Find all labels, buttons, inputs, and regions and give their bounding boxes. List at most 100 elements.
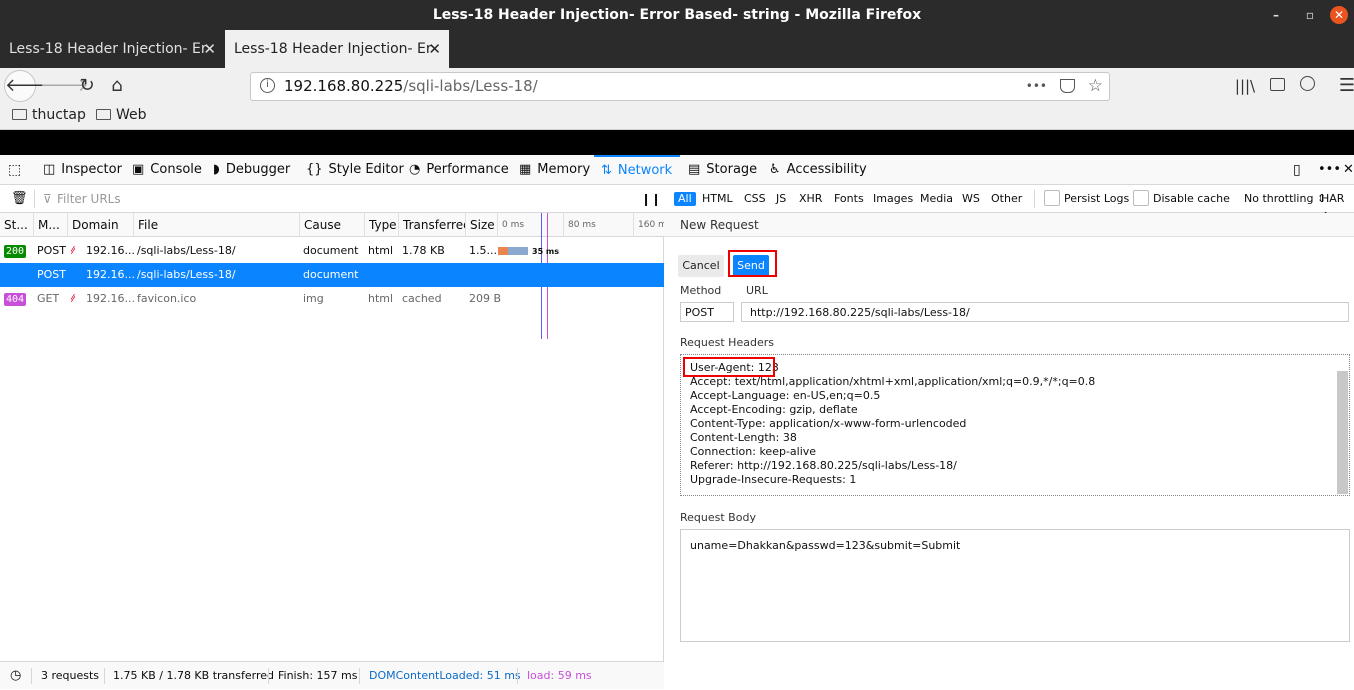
bookmark-folder-thuctap[interactable]: thuctap: [12, 107, 86, 123]
persist-logs-checkbox[interactable]: Persist Logs: [1044, 190, 1129, 208]
tab-storage[interactable]: ▤ Storage: [688, 155, 757, 185]
col-status[interactable]: St...: [0, 213, 33, 237]
element-picker-icon[interactable]: ⬚: [8, 155, 21, 185]
page-content-strip: [0, 130, 1354, 155]
close-window-button[interactable]: ✕: [1330, 6, 1348, 24]
transferred-total: 1.75 KB / 1.78 KB transferred: [113, 669, 274, 682]
tab-network[interactable]: ⇅ Network: [594, 155, 680, 185]
request-domain: 192.16...: [86, 244, 135, 257]
filter-all[interactable]: All: [674, 192, 696, 206]
tab-performance[interactable]: ◔ Performance: [409, 155, 509, 185]
filter-xhr[interactable]: XHR: [795, 192, 826, 206]
new-request-header: New Request: [664, 213, 1354, 237]
method-input[interactable]: POST: [680, 302, 734, 322]
tab-memory[interactable]: ▦ Memory: [519, 155, 590, 185]
col-transferred[interactable]: Transferred: [398, 213, 465, 237]
debugger-icon: ◗: [213, 162, 220, 177]
domcontentloaded-time: DOMContentLoaded: 51 ms: [369, 669, 521, 682]
filter-ws[interactable]: WS: [958, 192, 984, 206]
accessibility-icon: ♿: [769, 162, 781, 177]
tab-inspector[interactable]: ◫ Inspector: [43, 155, 122, 185]
timing-label: 35 ms: [532, 247, 560, 256]
request-body-label: Request Body: [680, 511, 756, 524]
request-row-selected[interactable]: POST 192.16... /sqli-labs/Less-18/ docum…: [0, 263, 664, 287]
reload-button[interactable]: ↻: [72, 72, 102, 100]
scrollbar-thumb[interactable]: [1337, 371, 1348, 494]
menu-icon[interactable]: ☰: [1332, 72, 1354, 100]
request-method: POST: [37, 244, 66, 257]
performance-analysis-icon[interactable]: ◷: [10, 662, 21, 690]
col-timeline-160ms: 160 m: [633, 213, 664, 237]
filter-images[interactable]: Images: [869, 192, 917, 206]
col-type[interactable]: Type: [364, 213, 398, 237]
back-button[interactable]: 🡐: [4, 70, 53, 102]
pause-icon[interactable]: ❙❙: [641, 185, 661, 213]
window-title: Less-18 Header Injection- Error Based- s…: [432, 7, 922, 23]
col-domain[interactable]: Domain: [67, 213, 133, 237]
col-size[interactable]: Size: [465, 213, 497, 237]
throttling-select[interactable]: No throttling ⇕: [1244, 190, 1326, 208]
request-type: html: [368, 244, 394, 257]
dock-icon[interactable]: ▯: [1293, 155, 1301, 185]
maximize-button[interactable]: ▫: [1296, 0, 1324, 30]
filter-urls-input[interactable]: Filter URLs: [57, 185, 121, 213]
col-method[interactable]: M...: [33, 213, 67, 237]
inspector-icon: ◫: [43, 162, 56, 177]
forward-button[interactable]: 🡒: [40, 72, 88, 100]
disable-cache-checkbox[interactable]: Disable cache: [1133, 190, 1230, 208]
request-size: 1.5...: [469, 244, 497, 257]
filter-other[interactable]: Other: [987, 192, 1026, 206]
tab-label: Less-18 Header Injection- Er: [234, 41, 432, 57]
request-cause: img: [303, 292, 324, 305]
account-icon[interactable]: [1292, 72, 1322, 100]
minimize-button[interactable]: –: [1262, 0, 1290, 30]
divider: [1034, 190, 1035, 208]
sidebar-icon[interactable]: [1262, 72, 1292, 100]
close-devtools-icon[interactable]: ✕: [1343, 155, 1354, 185]
clear-icon[interactable]: 🗑: [11, 191, 28, 206]
request-file: /sqli-labs/Less-18/: [137, 244, 236, 257]
filter-html[interactable]: HTML: [698, 192, 737, 206]
status-badge: 200: [4, 245, 27, 258]
browser-tab-active[interactable]: Less-18 Header Injection- Er ✕: [225, 30, 449, 68]
tab-console[interactable]: ▣ Console: [132, 155, 202, 185]
col-file[interactable]: File: [133, 213, 299, 237]
devtools-menu-icon[interactable]: •••: [1318, 155, 1341, 185]
network-statusbar: ◷ 3 requests 1.75 KB / 1.78 KB transferr…: [0, 661, 664, 689]
info-icon[interactable]: i: [260, 78, 275, 93]
request-row[interactable]: 200 POST ⁄⁄ 192.16... /sqli-labs/Less-18…: [0, 239, 664, 263]
filter-css[interactable]: CSS: [740, 192, 770, 206]
filter-js[interactable]: JS: [772, 192, 790, 206]
request-file: /sqli-labs/Less-18/: [137, 268, 236, 281]
request-editor-panel: All HTML CSS JS XHR Fonts Images Media W…: [664, 185, 1354, 689]
request-domain: 192.16...: [86, 292, 135, 305]
pocket-icon[interactable]: [1060, 79, 1075, 93]
url-bar[interactable]: i 192.168.80.225/sqli-labs/Less-18/ ••• …: [250, 72, 1110, 101]
bookmark-star-icon[interactable]: ☆: [1088, 73, 1103, 100]
col-cause[interactable]: Cause: [299, 213, 364, 237]
request-body-textarea[interactable]: uname=Dhakkan&passwd=123&submit=Submit: [680, 529, 1350, 642]
tab-style-editor[interactable]: {} Style Editor: [306, 155, 404, 185]
filter-media[interactable]: Media: [916, 192, 957, 206]
request-file: favicon.ico: [137, 292, 197, 305]
highlight-user-agent: [683, 357, 775, 377]
browser-tab[interactable]: Less-18 Header Injection- Er ✕: [0, 30, 224, 68]
bookmark-folder-web[interactable]: Web: [96, 107, 147, 123]
insecure-icon: ⁄⁄: [71, 244, 75, 257]
cancel-button[interactable]: Cancel: [678, 255, 724, 277]
home-button[interactable]: ⌂: [102, 72, 132, 100]
tab-accessibility[interactable]: ♿ Accessibility: [769, 155, 867, 185]
filter-fonts[interactable]: Fonts: [830, 192, 868, 206]
url-input[interactable]: http://192.168.80.225/sqli-labs/Less-18/: [741, 302, 1349, 322]
col-timeline-0ms[interactable]: 0 ms: [497, 213, 563, 237]
tab-debugger[interactable]: ◗ Debugger: [213, 155, 290, 185]
close-tab-icon[interactable]: ✕: [203, 30, 216, 68]
filter-bar: 🗑 ⊽ Filter URLs ❙❙: [0, 185, 664, 213]
library-icon[interactable]: |||\: [1230, 72, 1260, 100]
close-tab-icon[interactable]: ✕: [428, 30, 441, 68]
url-text[interactable]: 192.168.80.225/sqli-labs/Less-18/: [284, 73, 538, 100]
request-headers-textarea[interactable]: User-Agent: 123 Accept: text/html,applic…: [680, 354, 1350, 496]
page-actions-icon[interactable]: •••: [1026, 73, 1047, 100]
request-cause: document: [303, 244, 359, 257]
request-row[interactable]: 404 GET ⁄⁄ 192.16... favicon.ico img htm…: [0, 287, 664, 311]
